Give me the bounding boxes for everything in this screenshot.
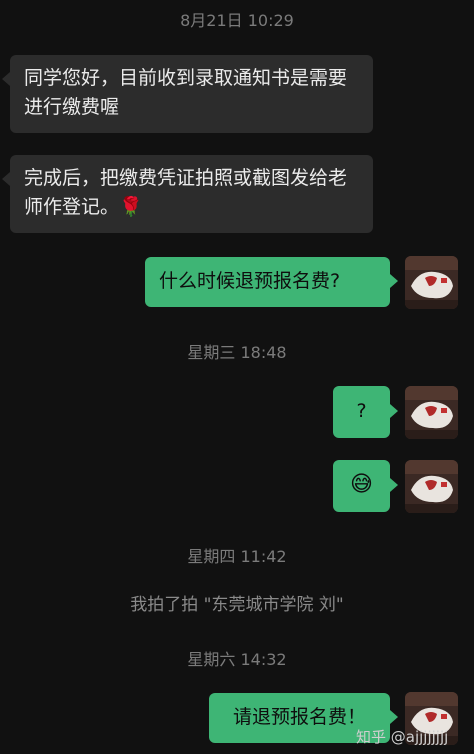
timestamp: 星期三 18:48 — [187, 343, 287, 362]
timestamp: 星期六 14:32 — [187, 650, 287, 669]
message-bubble-outgoing[interactable]: ? — [333, 386, 390, 438]
message-bubble-outgoing[interactable]: 😅 — [333, 460, 390, 512]
message-text: 同学您好，目前收到录取通知书是需要进行缴费喔 — [24, 67, 348, 118]
message-bubble-incoming[interactable]: 同学您好，目前收到录取通知书是需要进行缴费喔 — [10, 55, 373, 133]
pat-system-message: 我拍了拍 "东莞城市学院 刘" — [130, 595, 344, 615]
avatar-image — [405, 460, 458, 513]
avatar[interactable] — [405, 460, 458, 513]
timestamp: 星期四 11:42 — [187, 547, 287, 566]
bubble-tail — [390, 710, 398, 724]
message-text: 请退预报名费！ — [232, 706, 366, 728]
message-text: ? — [356, 400, 367, 422]
message-bubble-outgoing[interactable]: 什么时候退预报名费? — [145, 257, 390, 307]
timestamp: 8月21日 10:29 — [180, 11, 294, 30]
bubble-tail — [2, 72, 10, 86]
message-text: 完成后，把缴费凭证拍照或截图发给老师作登记。 — [24, 167, 348, 218]
watermark: 知乎 @ajjjjjjjj — [356, 728, 449, 746]
avatar-image — [405, 256, 458, 309]
message-bubble-incoming[interactable]: 完成后，把缴费凭证拍照或截图发给老师作登记。🌹 — [10, 155, 373, 233]
bubble-tail — [390, 478, 398, 492]
avatar[interactable] — [405, 256, 458, 309]
bubble-tail — [390, 404, 398, 418]
bubble-tail — [2, 172, 10, 186]
message-text: 什么时候退预报名费? — [159, 270, 341, 292]
avatar[interactable] — [405, 386, 458, 439]
bubble-tail — [390, 274, 398, 288]
avatar-image — [405, 386, 458, 439]
sweat-smile-emoji: 😅 — [350, 472, 373, 497]
rose-emoji: 🌹 — [119, 196, 143, 218]
